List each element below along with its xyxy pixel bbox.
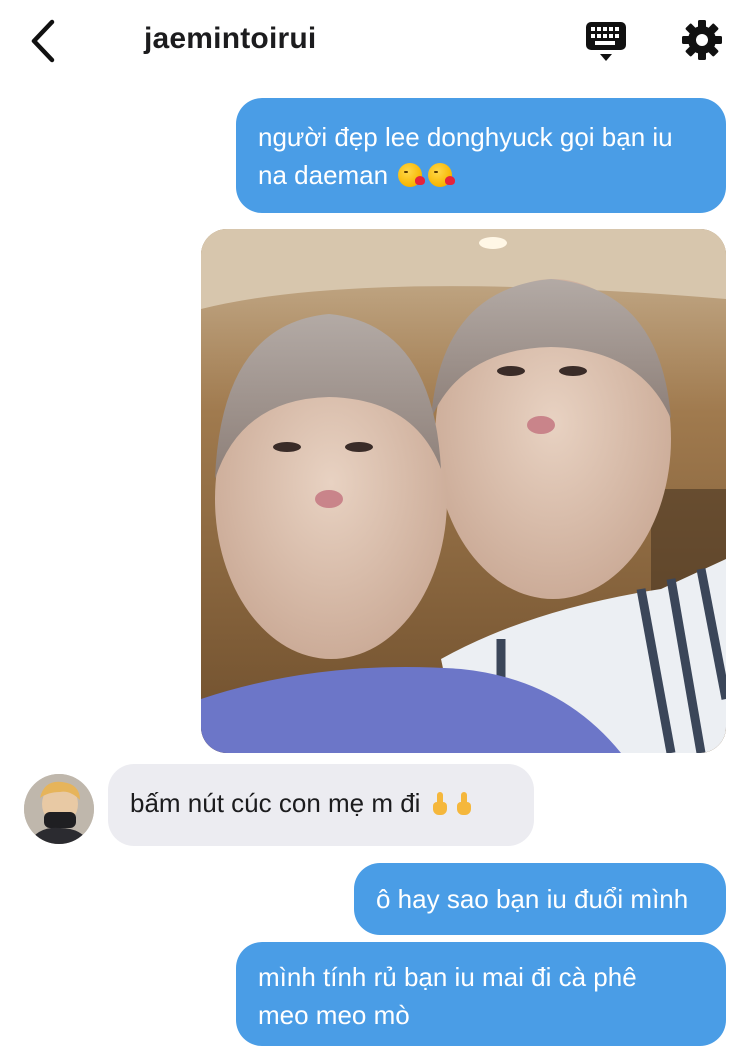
chevron-left-icon [31,19,55,63]
message-line: mình tính rủ bạn iu mai đi cà phê [258,962,637,992]
outgoing-message[interactable]: mình tính rủ bạn iu mai đi cà phê meo me… [236,942,726,1046]
conversation-title[interactable]: jaemintoirui [144,22,316,56]
message-line: na daeman [258,160,389,190]
back-button[interactable] [22,16,66,66]
contact-avatar[interactable] [24,774,94,844]
middle-finger-emoji-icon [432,792,448,816]
message-text: ô hay sao bạn iu đuổi mình [376,884,689,914]
shared-photo[interactable] [201,229,726,753]
message-text: bấm nút cúc con mẹ m đi [130,788,421,818]
selfie-photo-image [201,229,726,753]
keyboard-icon [586,22,626,61]
contact-avatar-image [24,774,94,844]
middle-finger-emoji-icon [456,792,472,816]
outgoing-message[interactable]: ô hay sao bạn iu đuổi mình [354,863,726,935]
chat-screen: jaemintoirui người đẹp lee donghyuck gọi… [0,0,750,1049]
gear-icon [682,20,722,60]
chat-header: jaemintoirui [0,0,750,82]
outgoing-message[interactable]: người đẹp lee donghyuck gọi bạn iu na da… [236,98,726,213]
incoming-message[interactable]: bấm nút cúc con mẹ m đi [108,764,534,846]
kissing-heart-emoji-icon [398,163,426,187]
message-line: người đẹp lee donghyuck gọi bạn iu [258,122,673,152]
message-line: meo meo mò [258,1000,410,1030]
kissing-heart-emoji-icon [428,163,456,187]
keyboard-button[interactable] [582,18,630,64]
settings-button[interactable] [680,18,724,62]
message-line-with-emoji: na daeman [258,156,704,194]
